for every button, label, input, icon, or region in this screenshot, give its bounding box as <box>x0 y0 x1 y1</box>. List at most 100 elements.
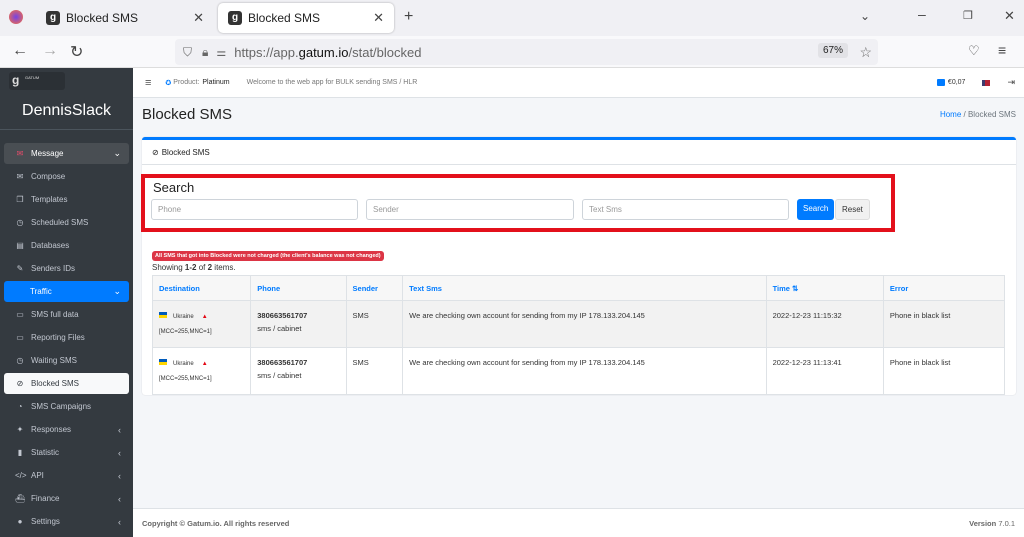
sidebar-item-traffic[interactable]: Traffic ⌄ <box>4 281 129 302</box>
card-header: ⊘ Blocked SMS <box>142 140 1016 165</box>
clock-icon: ◷ <box>16 356 24 365</box>
browser-toolbar: ← → ↻ ⛉ 🔒︎ ⚌ https://app.gatum.io/stat/b… <box>0 36 1024 68</box>
sidebar-item-compose[interactable]: ✉ Compose <box>4 166 129 187</box>
back-icon[interactable]: ← <box>12 42 28 60</box>
destination-cell: Ukraine ▲ [MCC=255,MNC=1] <box>151 347 252 395</box>
chevron-icon: ‹ <box>118 493 121 504</box>
zoom-level[interactable]: 67% <box>817 43 848 58</box>
reset-button[interactable]: Reset <box>835 199 870 220</box>
search-title: Search <box>153 180 195 195</box>
browser-tab[interactable]: g Blocked SMS ✕ <box>36 3 214 33</box>
tab-title: Blocked SMS <box>248 11 321 25</box>
search-form: Search Phone Sender Text Sms Search Rese… <box>141 174 895 232</box>
sidebar-item-sms-campaigns[interactable]: ◔ SMS Campaigns <box>4 396 129 417</box>
sidebar-item-label: Blocked SMS <box>31 379 80 388</box>
firefox-icon[interactable] <box>9 10 23 24</box>
column-header[interactable]: Text Sms <box>402 275 767 301</box>
url-path: /stat/blocked <box>348 44 422 60</box>
chevron-icon: ⌄ <box>113 286 121 296</box>
ukraine-flag-icon <box>159 312 167 318</box>
phone-cell: 380663561707 sms / cabinet <box>250 300 347 348</box>
restore-icon[interactable]: ❐ <box>963 9 973 22</box>
sidebar-item-label: Databases <box>31 241 70 250</box>
sidebar-item-settings[interactable]: ● Settings ‹ <box>4 511 129 532</box>
chevron-icon: ‹ <box>118 516 121 527</box>
reload-icon[interactable]: ↻ <box>70 42 83 62</box>
bullhorn-icon: ◔ <box>17 402 23 411</box>
operator-icon: ▲ <box>201 361 208 367</box>
sidebar-item-reporting-files[interactable]: ▭ Reporting Files <box>4 327 129 348</box>
gatum-favicon: g <box>46 11 60 25</box>
column-header[interactable]: Destination <box>151 275 252 301</box>
sidebar-item-templates[interactable]: ❐ Templates <box>4 189 129 210</box>
destination-cell: Ukraine ▲ [MCC=255,MNC=1] <box>151 300 252 348</box>
hamburger-icon[interactable]: ≡ <box>145 77 151 89</box>
text-sms-input[interactable]: Text Sms <box>582 199 789 220</box>
table-row: Ukraine ▲ [MCC=255,MNC=1] 380663561707 sms … <box>151 300 1006 348</box>
product-name: Platinum <box>202 79 230 86</box>
pocket-icon[interactable]: ♡ <box>968 43 980 59</box>
logout-icon[interactable]: ⇥ <box>1007 77 1015 88</box>
showing-range: 1-2 <box>184 263 197 272</box>
sidebar-item-scheduled-sms[interactable]: ◷ Scheduled SMS <box>4 212 129 233</box>
sidebar-item-finance[interactable]: ⛴ Finance ‹ <box>4 488 129 509</box>
column-header[interactable]: Time ⇅ <box>765 275 884 301</box>
table-row: Ukraine ▲ [MCC=255,MNC=1] 380663561707 sms … <box>151 347 1006 395</box>
close-tab-icon[interactable]: ✕ <box>373 10 384 26</box>
sidebar-item-label: Waiting SMS <box>31 356 77 365</box>
sidebar-item-message[interactable]: ✉ Message ⌄ <box>4 143 129 164</box>
column-header[interactable]: Sender <box>345 275 404 301</box>
not-charged-notice: All SMS that got into Blocked were not c… <box>152 251 384 261</box>
browser-tab-active[interactable]: g Blocked SMS ✕ <box>218 3 394 33</box>
phone-input[interactable]: Phone <box>151 199 358 220</box>
column-header[interactable]: Phone <box>250 275 347 301</box>
sidebar-item-label: Finance <box>31 494 60 503</box>
version-label: Version <box>969 518 997 528</box>
sidebar-item-label: Senders IDs <box>31 264 76 273</box>
forward-icon[interactable]: → <box>42 42 58 60</box>
gatum-favicon: g <box>228 11 242 25</box>
sidebar-item-statistic[interactable]: ▮ Statistic ‹ <box>4 442 129 463</box>
file-icon: ▭ <box>16 310 24 319</box>
balance[interactable]: €0,07 <box>948 79 966 86</box>
ban-icon: ⊘ <box>16 379 24 388</box>
url-bar[interactable]: ⛉ 🔒︎ ⚌ https://app.gatum.io/stat/blocked… <box>175 39 878 65</box>
permissions-icon: ⚌ <box>216 46 227 59</box>
sidebar-item-api[interactable]: </> API ‹ <box>4 465 129 486</box>
menu-icon[interactable]: ≡ <box>998 42 1006 58</box>
sidebar-item-label: Statistic <box>31 448 60 457</box>
sidebar-item-databases[interactable]: ▤ Databases <box>4 235 129 256</box>
lock-icon: 🔒︎ <box>202 44 209 59</box>
tab-list-icon[interactable]: ⌄ <box>860 9 870 23</box>
sidebar-item-label: Traffic <box>30 287 52 296</box>
breadcrumb-current: Blocked SMS <box>967 110 1016 119</box>
database-icon: ▤ <box>16 241 24 250</box>
blocked-sms-card: ⊘ Blocked SMS Search Phone Sender Text Sm… <box>141 137 1016 395</box>
browser-tab-bar: g Blocked SMS ✕ g Blocked SMS ✕ + ⌄ – ❐ ✕ <box>0 0 1024 36</box>
language-flag-icon[interactable] <box>982 79 991 86</box>
bookmark-star-icon[interactable]: ☆ <box>859 44 872 61</box>
breadcrumb-home[interactable]: Home <box>940 110 961 119</box>
sender-input[interactable]: Sender <box>366 199 574 220</box>
ukraine-flag-icon <box>159 359 167 365</box>
close-window-icon[interactable]: ✕ <box>1004 8 1015 24</box>
chevron-icon: ‹ <box>118 424 121 435</box>
search-button[interactable]: Search <box>797 199 835 220</box>
sidebar-item-sms-full-data[interactable]: ▭ SMS full data <box>4 304 129 325</box>
chevron-icon: ‹ <box>118 470 121 481</box>
sidebar-item-senders-ids[interactable]: ✎ Senders IDs <box>4 258 129 279</box>
sidebar: g GATUM DennisSlack ✉ Message ⌄ ✉ Compose ❐ Tem… <box>0 68 133 537</box>
minimize-icon[interactable]: – <box>918 6 926 22</box>
sidebar-item-blocked-sms[interactable]: ⊘ Blocked SMS <box>4 373 129 394</box>
route: sms / cabinet <box>257 371 302 380</box>
new-tab-icon[interactable]: + <box>404 8 413 26</box>
sidebar-item-waiting-sms[interactable]: ◷ Waiting SMS <box>4 350 129 371</box>
sidebar-item-label: Templates <box>31 195 68 204</box>
column-header[interactable]: Error <box>882 275 1006 301</box>
close-tab-icon[interactable]: ✕ <box>193 10 204 26</box>
tab-title: Blocked SMS <box>66 11 139 25</box>
clock-icon: ◷ <box>16 218 24 227</box>
sidebar-item-responses[interactable]: ✦ Responses ‹ <box>4 419 129 440</box>
country: Ukraine <box>173 361 194 367</box>
sender-cell: SMS <box>345 300 404 348</box>
